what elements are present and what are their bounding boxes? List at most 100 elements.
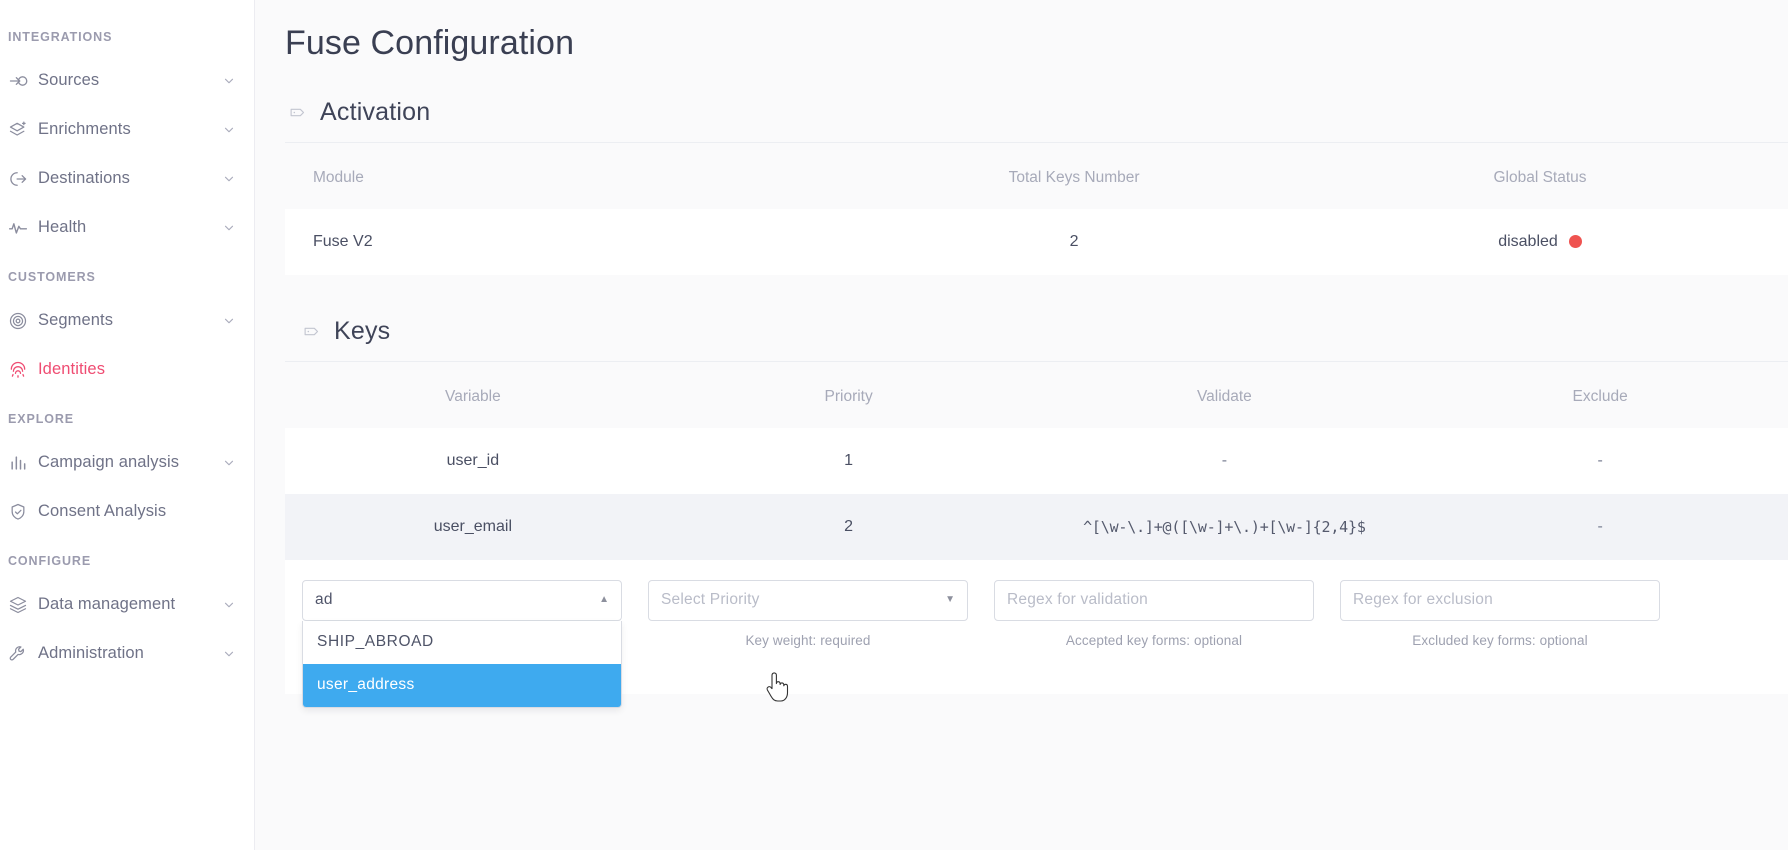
sidebar-item-label: Identities (38, 360, 106, 378)
exclude-placeholder: Regex for exclusion (1353, 591, 1493, 608)
cell-priority: 2 (660, 493, 1037, 560)
column-header-exclude: Exclude (1412, 361, 1788, 428)
validate-input[interactable]: Regex for validation (994, 579, 1314, 621)
sidebar-item-destinations[interactable]: Destinations (0, 154, 254, 203)
sidebar-item-identities[interactable]: Identities (0, 345, 254, 394)
exclude-field-group: Regex for exclusion Excluded key forms: … (1340, 579, 1660, 648)
status-label: disabled (1498, 232, 1558, 250)
sidebar-item-label: Destinations (38, 169, 130, 187)
validate-field-group: Regex for validation Accepted key forms:… (994, 579, 1314, 648)
chevron-down-icon[interactable] (222, 314, 236, 328)
cell-variable: user_id (285, 427, 661, 494)
sidebar-item-label: Enrichments (38, 120, 131, 138)
table-row[interactable]: Fuse V2 2 disabled (285, 208, 1788, 275)
chevron-down-icon[interactable] (222, 647, 236, 661)
layers-icon (8, 595, 38, 615)
column-header-validate: Validate (1036, 361, 1413, 428)
column-header-variable: Variable (285, 361, 661, 428)
chevron-down-icon[interactable] (222, 74, 236, 88)
variable-input-value[interactable]: ad (315, 591, 599, 609)
status-dot-icon (1568, 235, 1582, 248)
cell-exclude: - (1412, 427, 1788, 494)
tag-icon (299, 323, 320, 340)
activation-section-header: Activation (285, 98, 1788, 143)
sidebar: INTEGRATIONS Sources Enrichments Destina… (0, 0, 255, 850)
table-row[interactable]: user_email 2 ^[\w-\.]+@([\w-]+\.)+[\w-]{… (285, 493, 1788, 560)
exclude-input[interactable]: Regex for exclusion (1340, 579, 1660, 621)
cell-priority: 1 (660, 427, 1037, 494)
activation-section-title: Activation (320, 97, 431, 126)
keys-table-head: Variable Priority Validate Exclude (285, 361, 1788, 428)
column-header-global-status: Global Status (1291, 142, 1788, 209)
main-content: Fuse Configuration Activation Module Tot… (255, 0, 1788, 850)
sidebar-item-campaign-analysis[interactable]: Campaign analysis (0, 438, 254, 487)
priority-field-group: Select Priority ▼ Key weight: required (648, 579, 968, 648)
activation-table-head: Module Total Keys Number Global Status (285, 142, 1788, 209)
variable-combobox[interactable]: ad ▲ (302, 579, 622, 621)
sidebar-item-label: Health (38, 218, 87, 236)
sidebar-item-label: Administration (38, 644, 144, 662)
cell-total-keys: 2 (856, 208, 1292, 275)
variable-dropdown-list: SHIP_ABROAD user_address (302, 620, 622, 708)
table-row[interactable]: user_id 1 - - (285, 427, 1788, 494)
keys-section-title: Keys (334, 316, 391, 345)
page-title: Fuse Configuration (285, 24, 575, 62)
sidebar-item-segments[interactable]: Segments (0, 296, 254, 345)
validate-hint: Accepted key forms: optional (1065, 632, 1243, 648)
priority-hint: Key weight: required (745, 632, 871, 648)
chevron-down-icon[interactable] (222, 221, 236, 235)
status-badge: disabled (1498, 233, 1582, 251)
sidebar-item-health[interactable]: Health (0, 203, 254, 252)
activation-table-body: Fuse V2 2 disabled (285, 208, 1788, 275)
column-header-module: Module (285, 142, 857, 209)
sidebar-section-configure-label: CONFIGURE (8, 554, 92, 568)
exclude-hint: Excluded key forms: optional (1412, 632, 1588, 648)
activation-header-row: Module Total Keys Number Global Status (285, 142, 1788, 209)
app-root: INTEGRATIONS Sources Enrichments Destina… (0, 0, 1788, 850)
cell-exclude: - (1412, 493, 1788, 560)
shield-check-icon (8, 502, 38, 522)
cell-validate: - (1036, 427, 1413, 494)
wrench-icon (8, 644, 38, 664)
sidebar-item-label: Data management (38, 595, 176, 613)
cell-global-status: disabled (1291, 208, 1788, 275)
dropdown-option-ship-abroad[interactable]: SHIP_ABROAD (303, 620, 621, 664)
pulse-icon (8, 218, 38, 238)
sidebar-item-label: Campaign analysis (38, 453, 180, 471)
sidebar-item-label: Consent Analysis (38, 502, 167, 520)
sidebar-item-sources[interactable]: Sources (0, 56, 254, 105)
column-header-priority: Priority (660, 361, 1037, 428)
sidebar-item-label: Segments (38, 311, 114, 329)
cell-variable: user_email (285, 493, 661, 560)
chevron-up-icon[interactable]: ▲ (599, 595, 609, 605)
activation-table: Module Total Keys Number Global Status F… (285, 142, 1788, 275)
fingerprint-icon (8, 360, 38, 380)
keys-table-body: user_id 1 - - user_email 2 ^[\w-\.]+@([\… (285, 427, 1788, 560)
chevron-down-icon[interactable] (222, 123, 236, 137)
chevron-down-icon[interactable] (222, 172, 236, 186)
chevron-down-icon[interactable] (222, 456, 236, 470)
layers-star-icon (8, 120, 38, 140)
keys-section-header: Keys (285, 317, 1788, 362)
sidebar-item-data-management[interactable]: Data management (0, 580, 254, 629)
logout-arrow-icon (8, 169, 38, 189)
login-arrow-icon (8, 71, 38, 91)
new-key-form-row: ad ▲ SHIP_ABROAD user_address Select Pri… (285, 559, 1788, 708)
chevron-down-icon[interactable]: ▼ (945, 595, 955, 605)
sidebar-section-explore-label: EXPLORE (8, 412, 75, 426)
cell-module: Fuse V2 (285, 208, 857, 275)
tag-icon (285, 104, 306, 121)
sidebar-section-integrations-label: INTEGRATIONS (8, 30, 113, 44)
sidebar-item-administration[interactable]: Administration (0, 629, 254, 678)
column-header-total-keys: Total Keys Number (856, 142, 1292, 209)
priority-select[interactable]: Select Priority ▼ (648, 579, 968, 621)
dropdown-option-user-address[interactable]: user_address (303, 663, 621, 707)
sidebar-item-enrichments[interactable]: Enrichments (0, 105, 254, 154)
priority-placeholder: Select Priority (661, 591, 760, 608)
target-icon (8, 311, 38, 331)
chevron-down-icon[interactable] (222, 598, 236, 612)
sidebar-item-consent-analysis[interactable]: Consent Analysis (0, 487, 254, 536)
sidebar-section-customers-label: CUSTOMERS (8, 270, 96, 284)
sidebar-item-label: Sources (38, 71, 100, 89)
keys-header-row: Variable Priority Validate Exclude (285, 361, 1788, 428)
